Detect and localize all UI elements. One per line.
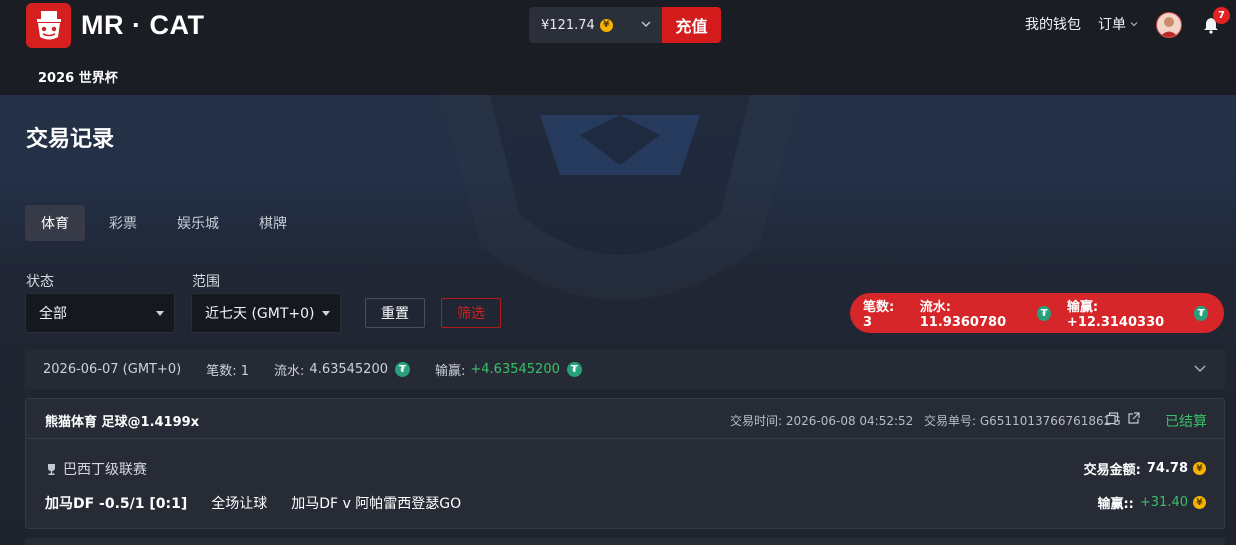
bet-details: 加马DF -0.5/1 [0:1] 全场让球 加马DF v 阿帕雷西登瑟GO xyxy=(45,493,485,513)
day-count: 笔数: 1 xyxy=(206,363,250,379)
my-wallet-link[interactable]: 我的钱包 xyxy=(1025,14,1081,34)
recharge-button[interactable]: 充值 xyxy=(662,7,721,43)
next-card-edge xyxy=(25,538,1225,545)
balance-amount: ¥121.74 xyxy=(541,17,595,33)
day-winloss-value: +4.63545200 xyxy=(470,361,560,377)
transaction-status: 已结算 xyxy=(1165,414,1207,430)
page-title: 交易记录 xyxy=(26,127,115,152)
reset-button[interactable]: 重置 xyxy=(365,298,425,328)
range-select-value: 近七天 (GMT+0) xyxy=(205,306,315,322)
tab-casino[interactable]: 娱乐城 xyxy=(161,205,235,241)
summary-winloss-text: 输赢: +12.3140330 xyxy=(1066,300,1165,330)
tether-icon: ₮ xyxy=(566,361,582,377)
day-group-header[interactable]: 2026-06-07 (GMT+0) 笔数: 1 流水: 4.63545200 … xyxy=(25,349,1225,389)
summary-winloss: 输赢: +12.3140330 ₮ xyxy=(1067,296,1208,330)
orders-menu[interactable]: 订单 xyxy=(1098,14,1139,34)
chevron-down-icon xyxy=(641,21,651,27)
summary-pill: 笔数: 3 流水: 11.9360780 ₮ 输赢: +12.3140330 ₮ xyxy=(850,293,1224,333)
tether-icon: ₮ xyxy=(1037,305,1051,321)
amount-label: 交易金额: xyxy=(1083,463,1141,478)
transaction-winloss: 输赢:: +31.40 ¥ xyxy=(1097,493,1206,512)
balance-selector[interactable]: ¥121.74 ¥ xyxy=(529,7,662,43)
caret-down-icon xyxy=(322,311,330,316)
notification-badge: 7 xyxy=(1213,7,1230,24)
tether-icon: ₮ xyxy=(1194,305,1208,321)
category-tabs: 体育 彩票 娱乐城 棋牌 xyxy=(25,205,311,241)
tab-sports[interactable]: 体育 xyxy=(25,205,85,241)
day-winloss: 输赢: +4.63545200 ₮ xyxy=(435,360,582,379)
transaction-time: 交易时间: 2026-06-08 04:52:52 xyxy=(730,414,914,428)
status-filter-label: 状态 xyxy=(26,274,54,290)
tab-chess-cards[interactable]: 棋牌 xyxy=(243,205,303,241)
chevron-down-icon[interactable] xyxy=(1193,363,1207,375)
transaction-amount: 交易金额: 74.78 ¥ xyxy=(1084,459,1206,478)
copy-icon[interactable] xyxy=(1106,412,1119,425)
league-info: 巴西丁级联赛 xyxy=(45,459,147,479)
brand-logo[interactable]: MR · CAT xyxy=(26,3,204,48)
cat-logo-icon xyxy=(26,3,71,48)
amount-value: 74.78 xyxy=(1146,461,1188,476)
yuan-coin-icon: ¥ xyxy=(1193,462,1206,475)
day-turnover-label: 流水: xyxy=(274,363,305,379)
transaction-card: 熊猫体育 足球@1.4199x 交易时间: 2026-06-08 04:52:5… xyxy=(25,398,1225,529)
summary-turnover: 流水: 11.9360780 ₮ xyxy=(920,296,1051,330)
user-avatar[interactable] xyxy=(1156,12,1182,38)
filter-button[interactable]: 筛选 xyxy=(441,298,501,328)
bet-match: 加马DF v 阿帕雷西登瑟GO xyxy=(291,496,462,512)
winloss-label: 输赢:: xyxy=(1097,497,1134,512)
summary-turnover-text: 流水: 11.9360780 xyxy=(919,300,1007,330)
subnav-world-cup[interactable]: 2026 世界杯 xyxy=(38,67,118,86)
caret-down-icon xyxy=(156,311,164,316)
transaction-card-header: 熊猫体育 足球@1.4199x 交易时间: 2026-06-08 04:52:5… xyxy=(26,399,1224,439)
chevron-down-icon xyxy=(1130,22,1138,27)
tether-icon: ₮ xyxy=(395,361,410,377)
transaction-order-number: 交易单号: G6511013766761862G xyxy=(924,414,1121,428)
day-turnover: 流水: 4.63545200 ₮ xyxy=(274,360,410,379)
league-name: 巴西丁级联赛 xyxy=(63,462,147,478)
range-filter-label: 范围 xyxy=(192,274,220,290)
status-select-value: 全部 xyxy=(39,306,67,322)
bet-selection: 加马DF -0.5/1 [0:1] xyxy=(45,496,188,512)
day-winloss-label: 输赢: xyxy=(435,363,466,379)
orders-label: 订单 xyxy=(1098,17,1126,33)
brand-name: MR · CAT xyxy=(81,10,205,40)
tab-lottery[interactable]: 彩票 xyxy=(93,205,153,241)
day-date: 2026-06-07 (GMT+0) xyxy=(43,361,182,377)
day-turnover-value: 4.63545200 xyxy=(309,361,388,377)
bet-market: 全场让球 xyxy=(211,496,268,512)
summary-count: 笔数: 3 xyxy=(863,300,895,330)
status-select[interactable]: 全部 xyxy=(25,293,175,333)
transaction-title: 熊猫体育 足球@1.4199x xyxy=(45,415,200,430)
yuan-coin-icon: ¥ xyxy=(599,18,613,32)
trophy-icon xyxy=(48,463,55,475)
yuan-coin-icon: ¥ xyxy=(1193,496,1206,509)
external-link-icon[interactable] xyxy=(1127,412,1140,425)
range-select[interactable]: 近七天 (GMT+0) xyxy=(191,293,341,333)
winloss-value: +31.40 xyxy=(1139,495,1188,510)
